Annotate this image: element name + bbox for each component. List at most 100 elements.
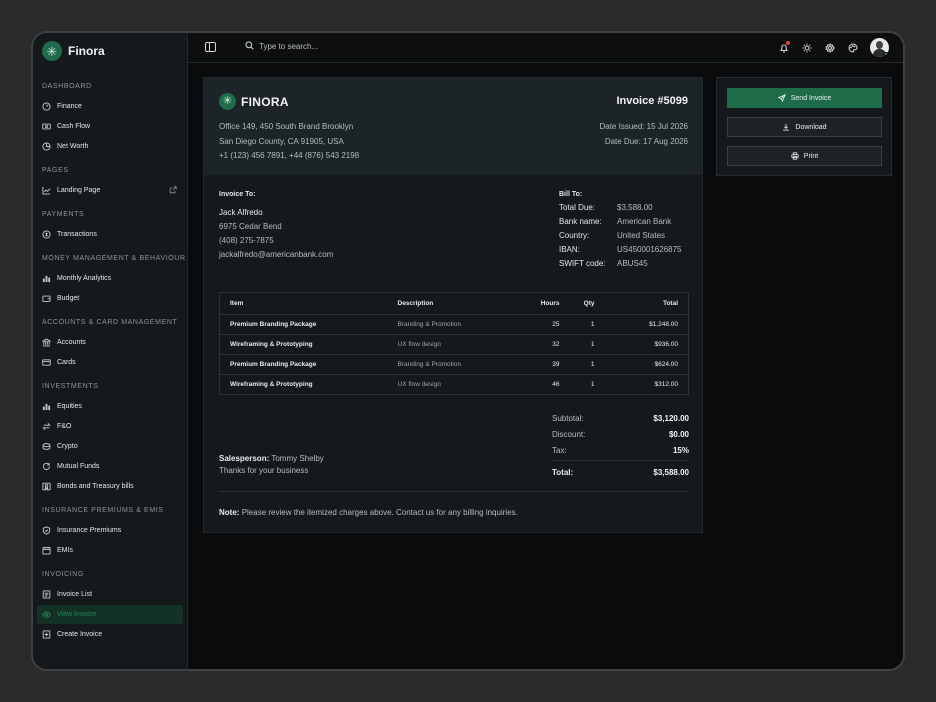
sidebar-item-transactions[interactable]: Transactions — [33, 225, 187, 244]
item-total: $936.00 — [604, 334, 689, 355]
calendar-icon — [42, 546, 51, 555]
invoice-to: Invoice To: Jack Alfredo 6975 Cedar Bend… — [219, 191, 333, 259]
item-name: Premium Branding Package — [219, 354, 388, 375]
address-line: Office 149, 450 South Brand Brooklyn — [219, 122, 354, 131]
invoice-header: ✳ FINORA Office 149, 450 South Brand Bro… — [204, 78, 702, 175]
invoice-note: Note: Please review the itemized charges… — [219, 508, 518, 517]
cash-icon — [42, 122, 51, 131]
client-name: Jack Alfredo — [219, 208, 263, 217]
sidebar-item-label: Equities — [57, 403, 82, 410]
topbar: Type to search... — [188, 33, 903, 63]
sidebar-item-accounts[interactable]: Accounts — [33, 333, 187, 352]
sidebar-item-emis[interactable]: EMIs — [33, 541, 187, 560]
sidebar-item-invoice-list[interactable]: Invoice List — [33, 585, 187, 604]
avatar-head — [876, 41, 883, 49]
thanks-text: Thanks for your business — [219, 466, 309, 475]
sidebar-item-budget[interactable]: Budget — [33, 289, 187, 308]
company-address: Office 149, 450 South Brand Brooklyn San… — [219, 120, 359, 164]
gear-icon[interactable] — [824, 42, 835, 53]
download-button[interactable]: Download — [727, 117, 882, 137]
bill-to-label: Bill To: — [559, 191, 583, 198]
invoice-number: Invoice #5099 — [616, 95, 688, 107]
nav-section-title: ACCOUNTS & CARD MANAGEMENT — [42, 319, 178, 326]
client-email: jackalfredo@americanbank.com — [219, 250, 334, 259]
sun-icon[interactable] — [801, 42, 812, 53]
sidebar-item-label: Accounts — [57, 339, 86, 346]
sidebar-item-insurance-premiums[interactable]: Insurance Premiums — [33, 521, 187, 540]
shield-icon — [42, 526, 51, 535]
download-icon — [783, 123, 790, 131]
subtotal-label: Subtotal: — [552, 413, 584, 423]
address-line: San Diego County, CA 91905, USA — [219, 136, 344, 146]
sidebar-item-create-invoice[interactable]: Create Invoice — [33, 625, 187, 644]
app-name: Finora — [68, 44, 105, 58]
invoice-brand-name: FINORA — [241, 94, 289, 109]
sidebar-item-bonds-and-treasury-bills[interactable]: Bonds and Treasury bills — [33, 477, 187, 496]
sidebar-item-landing-page[interactable]: Landing Page — [33, 181, 187, 200]
app-window: ✳ Finora DASHBOARD Finance Cash Flow Net Wo… — [31, 31, 905, 671]
sidebar-toggle-icon[interactable] — [205, 42, 216, 52]
invoice-brand: ✳ FINORA — [219, 93, 289, 110]
salesperson-label: Salesperson: — [219, 454, 270, 463]
bill-to-key: IBAN: — [559, 245, 580, 254]
salesperson-block: Salesperson: Tommy Shelby Thanks for you… — [219, 453, 324, 477]
bill-to-value: American Bank — [617, 217, 672, 226]
search-bar[interactable]: Type to search... — [245, 41, 318, 52]
sidebar-item-net-worth[interactable]: Net Worth — [33, 137, 187, 156]
print-label: Print — [803, 152, 819, 160]
external-link-icon — [169, 186, 177, 194]
list-icon — [42, 590, 51, 599]
item-total: $312.00 — [654, 381, 679, 388]
palette-icon[interactable] — [847, 42, 858, 53]
total-value: $3,588.00 — [653, 467, 689, 477]
item-description: Branding & Promotion — [387, 354, 520, 375]
item-name: Wireframing & Prototyping — [219, 334, 388, 355]
bar-chart-icon — [42, 274, 51, 283]
sidebar-item-equities[interactable]: Equities — [33, 397, 187, 416]
send-invoice-button[interactable]: Send Invoice — [727, 88, 882, 108]
brand[interactable]: ✳ Finora — [42, 41, 105, 61]
bill-to: Bill To: Total Due: $3,588.00 Bank name: Am… — [559, 191, 682, 268]
sidebar-item-label: EMIs — [57, 547, 73, 554]
item-name: Premium Branding Package — [219, 314, 388, 335]
item-hours: 32 — [519, 334, 570, 355]
sidebar-item-mutual-funds[interactable]: Mutual Funds — [33, 457, 187, 476]
total-row: Total: $3,588.00 — [552, 464, 689, 480]
sidebar-item-monthly-analytics[interactable]: Monthly Analytics — [33, 269, 187, 288]
bill-to-key: Bank name: — [559, 217, 602, 226]
note-label: Note: — [219, 508, 240, 517]
sidebar-item-view-invoice[interactable]: View Invoice — [37, 605, 183, 624]
sidebar-item-label: Landing Page — [57, 187, 101, 194]
col-qty: Qty — [569, 292, 605, 315]
sidebar-item-finance[interactable]: Finance — [33, 97, 187, 116]
sidebar-item-crypto[interactable]: Crypto — [33, 437, 187, 456]
refresh-icon — [42, 462, 51, 471]
print-button[interactable]: Print — [727, 146, 882, 166]
invoice-dates: Date Issued: 15 Jul 2026 Date Due: 17 Au… — [599, 120, 688, 149]
sidebar-item-cards[interactable]: Cards — [33, 353, 187, 372]
sidebar-item-f-o[interactable]: F&O — [33, 417, 187, 436]
subtotal-value: $3,120.00 — [653, 413, 689, 423]
note-text: Please review the itemized charges above… — [241, 508, 518, 517]
nav-section-title: PAYMENTS — [42, 211, 85, 218]
nav-section-title: DASHBOARD — [42, 83, 92, 90]
pie-icon — [42, 142, 51, 151]
sidebar-item-label: Net Worth — [57, 143, 89, 150]
send-invoice-label: Send Invoice — [790, 94, 832, 102]
nav-section-title: INVOICING — [42, 571, 84, 578]
bill-to-key: Country: — [559, 231, 590, 240]
bill-to-value: $3,588.00 — [617, 203, 653, 212]
sidebar-item-label: Finance — [57, 103, 82, 110]
notification-bell-icon[interactable] — [778, 41, 790, 53]
search-input[interactable]: Type to search... — [259, 42, 318, 51]
online-status-dot — [884, 52, 889, 57]
discount-label: Discount: — [552, 429, 586, 439]
table-header-row: Item Description Hours Qty Total — [219, 292, 689, 315]
item-hours: 25 — [519, 314, 570, 335]
sidebar-item-label: Mutual Funds — [57, 463, 100, 470]
finora-logo-icon: ✳ — [219, 93, 236, 110]
sidebar-item-cash-flow[interactable]: Cash Flow — [33, 117, 187, 136]
discount-row: Discount: $0.00 — [552, 426, 689, 442]
user-avatar[interactable] — [870, 38, 889, 57]
invoice-summary: Subtotal: $3,120.00 Discount: $0.00 Tax:… — [552, 410, 689, 480]
